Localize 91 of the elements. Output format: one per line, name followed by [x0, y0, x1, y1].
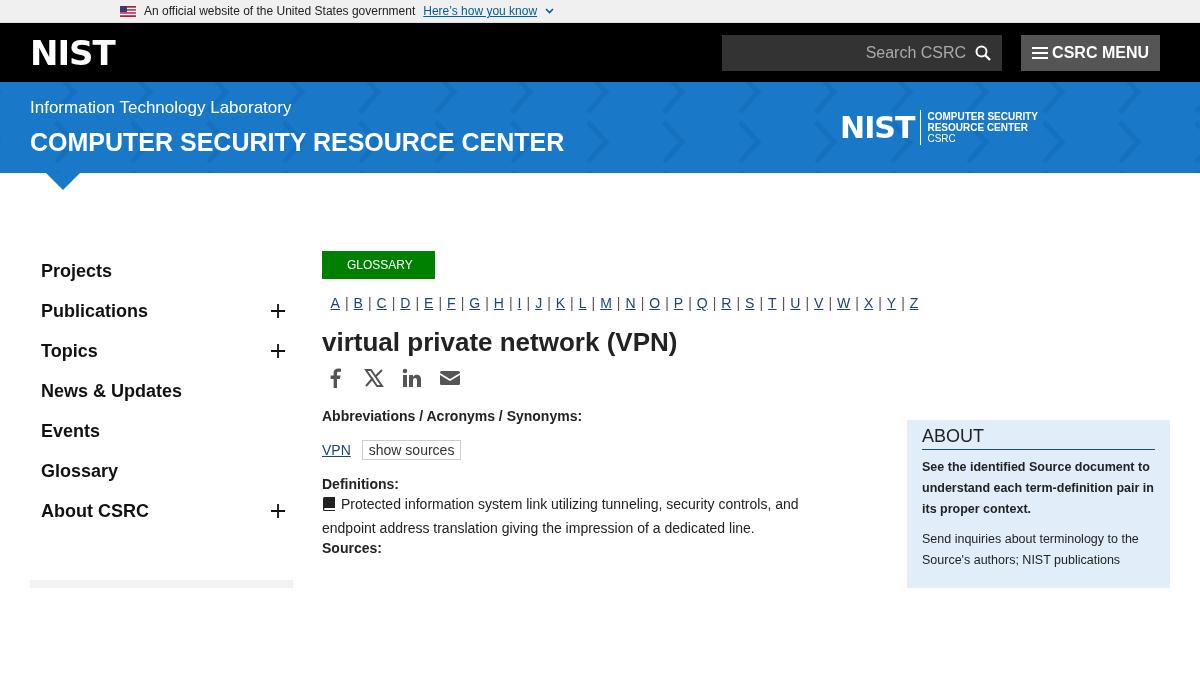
- section-label: Definitions:: [322, 476, 400, 492]
- flag-icon: [120, 5, 136, 17]
- separator: |: [781, 295, 786, 311]
- separator: |: [616, 295, 621, 311]
- about-intro: See the identified Source document to understand each term-definition pair in its proper context.: [922, 459, 1155, 518]
- separator: |: [391, 295, 396, 311]
- sidebar-item[interactable]: Publications: [41, 300, 148, 322]
- x-icon[interactable]: [364, 368, 384, 388]
- plus-icon[interactable]: [271, 344, 285, 358]
- separator: |: [526, 295, 531, 311]
- letter-link[interactable]: J: [535, 295, 543, 311]
- separator: |: [508, 295, 513, 311]
- book-icon: [322, 497, 335, 511]
- abbreviation-link[interactable]: VPN: [322, 442, 351, 458]
- lab-name[interactable]: Information Technology Laboratory: [30, 98, 565, 118]
- separator: |: [485, 295, 489, 311]
- site-title[interactable]: COMPUTER SECURITY RESOURCE CENTER: [30, 128, 565, 157]
- separator: |: [438, 295, 443, 311]
- letter-link[interactable]: L: [578, 295, 587, 311]
- letter-link[interactable]: U: [790, 295, 801, 311]
- letter-link[interactable]: P: [673, 295, 684, 311]
- letter-link[interactable]: B: [353, 295, 363, 311]
- plus-icon[interactable]: [271, 304, 285, 318]
- menu-button[interactable]: CSRC MENU: [1021, 34, 1160, 71]
- chevron-icon[interactable]: [545, 8, 555, 14]
- separator: |: [640, 295, 645, 311]
- logo-text: CSRC: [927, 133, 957, 144]
- letter-link[interactable]: S: [745, 295, 755, 311]
- plus-icon[interactable]: [271, 504, 285, 518]
- sidebar-item[interactable]: About CSRC: [41, 500, 149, 522]
- separator: |: [688, 295, 692, 311]
- sidebar-item[interactable]: News & Updates: [41, 380, 183, 402]
- term-heading: virtual private network (VPN): [322, 327, 679, 358]
- separator: |: [591, 295, 596, 311]
- definition-text: Protected information system link utilizing tunneling, security controls, and endpoint address translation giving the impression of a dedicated line.: [322, 495, 800, 538]
- glossary-badge: GLOSSARY: [322, 251, 435, 279]
- logo-text: RESOURCE CENTER: [927, 122, 1029, 133]
- letter-link[interactable]: I: [517, 295, 522, 311]
- separator: |: [828, 295, 832, 311]
- letter-link[interactable]: T: [768, 295, 777, 311]
- letter-link[interactable]: F: [447, 295, 456, 311]
- separator: |: [460, 295, 465, 311]
- letter-link[interactable]: Z: [909, 295, 919, 311]
- nist-logo[interactable]: NIST: [840, 110, 922, 145]
- letter-link[interactable]: E: [424, 295, 434, 311]
- sidebar-item[interactable]: Glossary: [41, 460, 119, 482]
- nist-logo[interactable]: NIST: [30, 32, 115, 73]
- separator: |: [736, 295, 741, 311]
- official-notice: An official website of the United States government: [144, 4, 416, 18]
- letter-link[interactable]: M: [600, 295, 612, 311]
- letter-link[interactable]: Y: [886, 295, 897, 311]
- search-icon[interactable]: [975, 44, 992, 61]
- separator: |: [570, 295, 574, 311]
- separator: |: [367, 295, 372, 311]
- separator: |: [855, 295, 859, 311]
- letter-link[interactable]: D: [400, 295, 411, 311]
- letter-link[interactable]: V: [814, 295, 824, 311]
- separator: |: [712, 295, 717, 311]
- section-label: Sources:: [322, 540, 383, 556]
- sidebar-item[interactable]: Topics: [41, 340, 98, 362]
- logo-text: COMPUTER SECURITY: [927, 111, 1038, 122]
- search-field[interactable]: Search CSRC: [722, 34, 1003, 71]
- show-sources-button[interactable]: show sources: [361, 440, 462, 460]
- how-you-know-link[interactable]: Here’s how you know: [423, 4, 538, 18]
- section-label: Abbreviations / Acronyms / Synonyms:: [322, 408, 584, 424]
- email-icon[interactable]: [440, 368, 460, 388]
- separator: |: [805, 295, 810, 311]
- separator: |: [759, 295, 764, 311]
- letter-link[interactable]: H: [493, 295, 504, 311]
- menu-icon[interactable]: [1032, 45, 1049, 60]
- letter-link[interactable]: N: [625, 295, 636, 311]
- separator: |: [901, 295, 905, 311]
- separator: |: [415, 295, 420, 311]
- separator: |: [665, 295, 669, 311]
- letter-link[interactable]: K: [555, 295, 566, 311]
- letter-link[interactable]: O: [649, 295, 661, 311]
- letter-link[interactable]: A: [330, 295, 340, 311]
- letter-link[interactable]: G: [469, 295, 481, 311]
- letter-link[interactable]: C: [376, 295, 387, 311]
- separator: |: [547, 295, 551, 311]
- linkedin-icon[interactable]: [402, 368, 422, 388]
- sidebar-item[interactable]: Projects: [41, 260, 113, 282]
- about-text: Send inquiries about terminology to the Source's authors; NIST publications: [922, 531, 1140, 569]
- letter-link[interactable]: R: [721, 295, 732, 311]
- letter-link[interactable]: X: [863, 295, 874, 311]
- letter-link[interactable]: W: [837, 295, 851, 311]
- letter-link[interactable]: Q: [696, 295, 708, 311]
- separator: |: [344, 295, 349, 311]
- about-title: ABOUT: [922, 426, 1155, 450]
- separator: |: [878, 295, 882, 311]
- sidebar-item[interactable]: Events: [41, 420, 101, 442]
